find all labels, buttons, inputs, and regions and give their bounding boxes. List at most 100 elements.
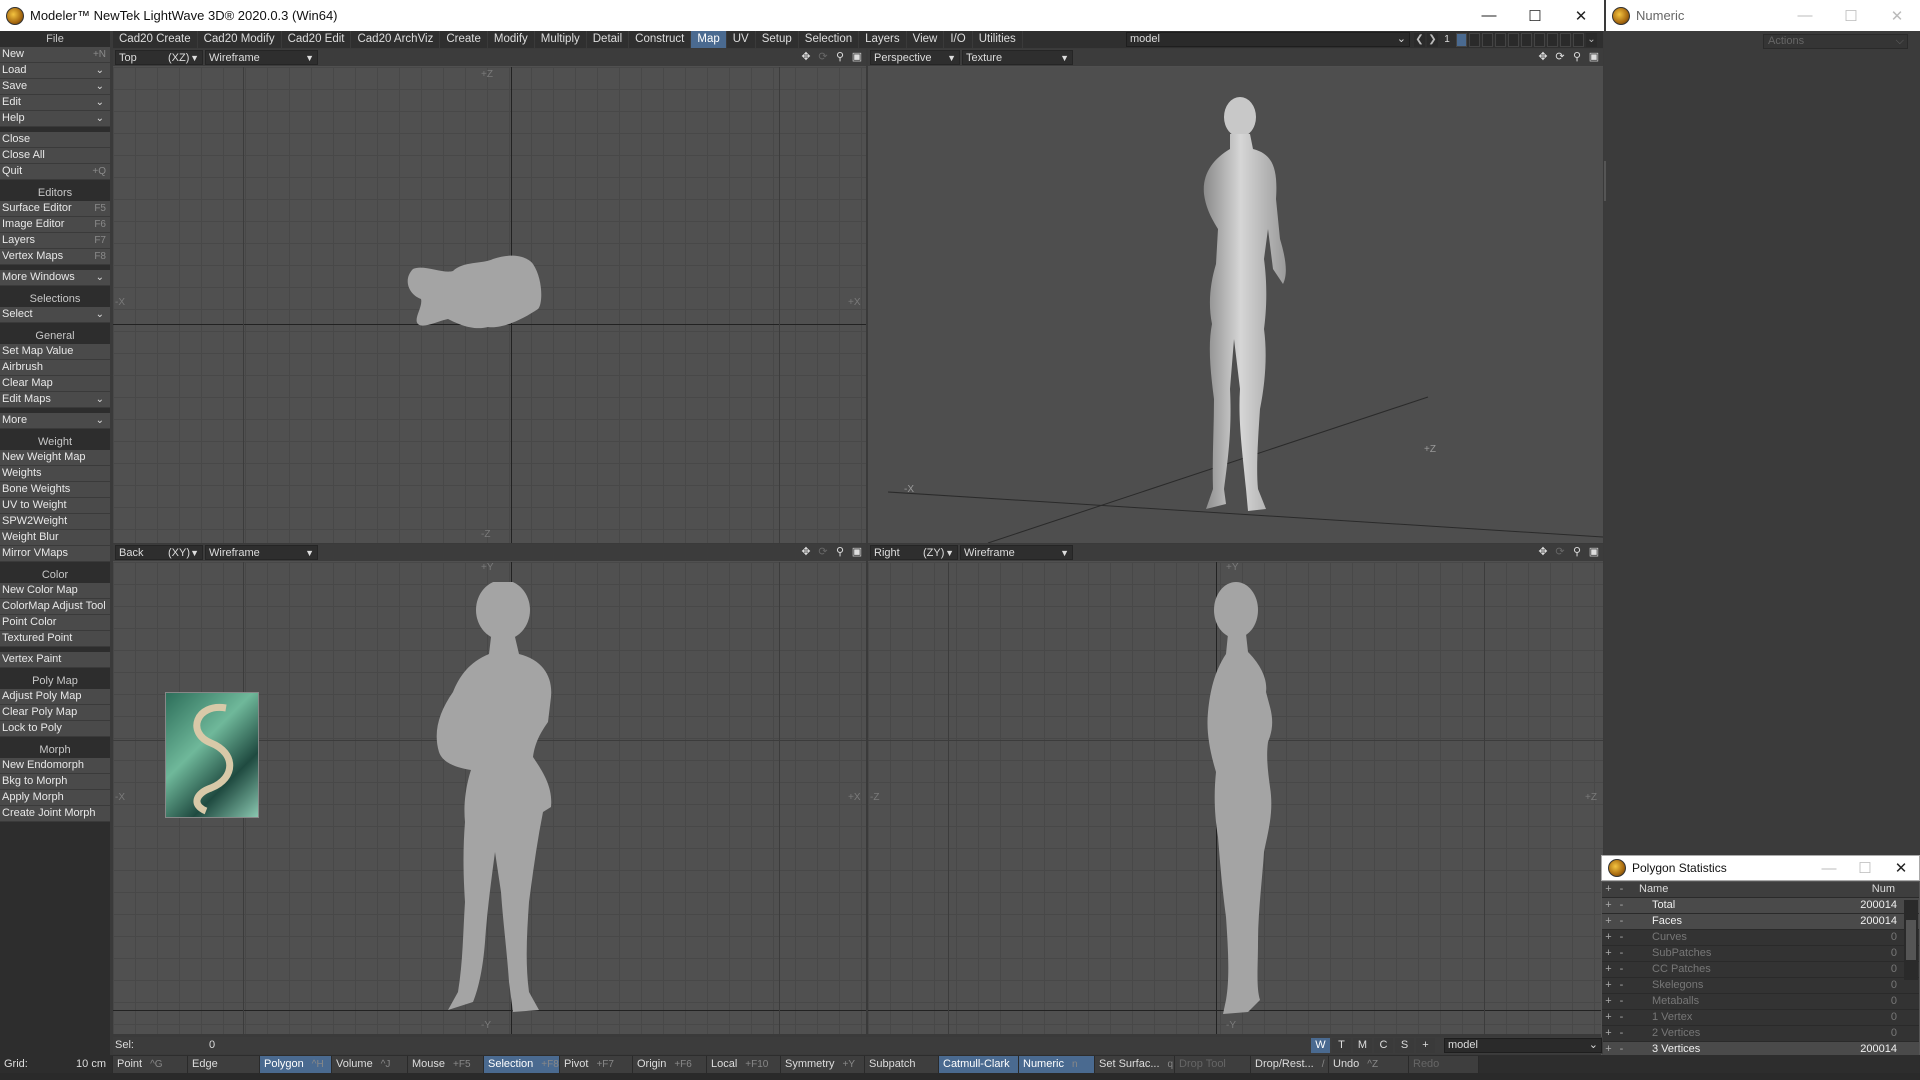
resize-handle[interactable] [1604, 161, 1606, 201]
tab-modify[interactable]: Modify [488, 31, 535, 48]
stats-row[interactable]: + - Metaballs 0 [1602, 994, 1919, 1010]
minus-icon[interactable]: - [1615, 930, 1628, 945]
layer-slot[interactable] [1547, 32, 1558, 47]
tab-layers[interactable]: Layers [859, 31, 907, 48]
maximize-button[interactable]: ☐ [1847, 856, 1883, 880]
mode-set-surfac-button[interactable]: Set Surfac... q [1095, 1055, 1175, 1073]
mode-edge-button[interactable]: Edge [188, 1055, 260, 1073]
plus-icon[interactable]: + [1602, 978, 1615, 993]
minus-icon[interactable]: - [1615, 898, 1628, 913]
layer-slot[interactable] [1456, 32, 1467, 47]
minus-icon[interactable]: - [1615, 962, 1628, 977]
tool-uv-to-weight-button[interactable]: UV to Weight [0, 498, 110, 514]
mode-pivot-button[interactable]: Pivot +F7 [560, 1055, 633, 1073]
tool-weights-button[interactable]: Weights [0, 466, 110, 482]
zoom-icon[interactable]: ⚲ [833, 545, 847, 559]
plus-icon[interactable]: + [1602, 994, 1615, 1009]
tool-clear-map-button[interactable]: Clear Map [0, 376, 110, 392]
close-button[interactable]: ✕ [1874, 0, 1920, 31]
move-view-icon[interactable]: ✥ [799, 50, 813, 64]
mode-numeric-button[interactable]: Numeric n [1019, 1055, 1095, 1073]
tool-lock-to-poly-button[interactable]: Lock to Poly [0, 721, 110, 737]
tab-cad20-archviz[interactable]: Cad20 ArchViz [351, 31, 441, 48]
actions-dropdown[interactable]: Actions ⌵ [1763, 34, 1908, 49]
close-button[interactable]: ✕ [1558, 0, 1604, 31]
tool-vertex-maps-button[interactable]: Vertex Maps F8 [0, 249, 110, 265]
plus-icon[interactable]: + [1602, 946, 1615, 961]
layer-toggle-plus[interactable]: + [1416, 1038, 1435, 1053]
close-button[interactable]: ✕ [1883, 856, 1919, 880]
plus-icon[interactable]: + [1602, 914, 1615, 929]
tab-setup[interactable]: Setup [756, 31, 799, 48]
tool-edit-button[interactable]: Edit ⌄ [0, 95, 110, 111]
tool-new-weight-map-button[interactable]: New Weight Map [0, 450, 110, 466]
maximize-viewport-icon[interactable]: ▣ [850, 545, 864, 559]
layer-toggle-c[interactable]: C [1374, 1038, 1393, 1053]
tool-colormap-adjust-tool-button[interactable]: ColorMap Adjust Tool [0, 599, 110, 615]
mode-catmull-clark-button[interactable]: Catmull-Clark [939, 1055, 1019, 1073]
mode-point-button[interactable]: Point ^G [113, 1055, 188, 1073]
layer-slot[interactable] [1560, 32, 1571, 47]
chevron-down-icon[interactable]: ⌄ [1586, 32, 1597, 47]
zoom-icon[interactable]: ⚲ [1570, 50, 1584, 64]
layer-slot[interactable] [1495, 32, 1506, 47]
rotate-view-icon[interactable]: ⟳ [816, 545, 830, 559]
zoom-icon[interactable]: ⚲ [833, 50, 847, 64]
layer-slot[interactable] [1521, 32, 1532, 47]
minus-icon[interactable]: - [1615, 994, 1628, 1009]
stats-scrollbar[interactable] [1904, 900, 1918, 980]
tool-bkg-to-morph-button[interactable]: Bkg to Morph [0, 774, 110, 790]
bottom-layer-select[interactable]: model ⌄ [1444, 1038, 1602, 1053]
more-dropdown[interactable]: More ⌄ [0, 413, 110, 429]
plus-icon[interactable]: + [1602, 930, 1615, 945]
mode-local-button[interactable]: Local +F10 [707, 1055, 781, 1073]
viewport-perspective[interactable]: Perspective ▼ Texture ▼ ✥ ⟳ ⚲ ▣ -X +Z [868, 49, 1603, 543]
tool-save-button[interactable]: Save ⌄ [0, 79, 110, 95]
tool-help-button[interactable]: Help ⌄ [0, 111, 110, 127]
tab-cad20-edit[interactable]: Cad20 Edit [282, 31, 352, 48]
stats-row[interactable]: + - Skelegons 0 [1602, 978, 1919, 994]
mode-mouse-button[interactable]: Mouse +F5 [408, 1055, 484, 1073]
layer-slot[interactable] [1469, 32, 1480, 47]
tool-weight-blur-button[interactable]: Weight Blur [0, 530, 110, 546]
stats-row[interactable]: + - Total 200014 [1602, 898, 1919, 914]
mode-drop-rest-button[interactable]: Drop/Rest... / [1251, 1055, 1329, 1073]
plus-icon[interactable]: + [1602, 1026, 1615, 1041]
layer-slot[interactable] [1573, 32, 1584, 47]
render-mode-select[interactable]: Wireframe ▼ [205, 545, 318, 560]
mode-redo-button[interactable]: Redo [1409, 1055, 1479, 1073]
layer-slot[interactable] [1482, 32, 1493, 47]
tab-view[interactable]: View [907, 31, 945, 48]
plus-icon[interactable]: + [1602, 1010, 1615, 1025]
view-type-select[interactable]: Back (XY) ▼ [115, 545, 203, 560]
render-mode-select[interactable]: Texture ▼ [962, 50, 1073, 65]
minus-icon[interactable]: - [1615, 1026, 1628, 1041]
maximize-viewport-icon[interactable]: ▣ [850, 50, 864, 64]
tool-new-button[interactable]: New +N [0, 47, 110, 63]
tool-set-map-value-button[interactable]: Set Map Value [0, 344, 110, 360]
tool-new-endomorph-button[interactable]: New Endomorph [0, 758, 110, 774]
stats-row[interactable]: + - CC Patches 0 [1602, 962, 1919, 978]
tool-spw2weight-button[interactable]: SPW2Weight [0, 514, 110, 530]
layer-slot[interactable] [1508, 32, 1519, 47]
select-dropdown[interactable]: Select ⌄ [0, 307, 110, 323]
mode-origin-button[interactable]: Origin +F6 [633, 1055, 707, 1073]
mode-undo-button[interactable]: Undo ^Z [1329, 1055, 1409, 1073]
stats-row[interactable]: + - Curves 0 [1602, 930, 1919, 946]
tool-apply-morph-button[interactable]: Apply Morph [0, 790, 110, 806]
tab-map[interactable]: Map [691, 31, 727, 48]
move-view-icon[interactable]: ✥ [1536, 545, 1550, 559]
mode-subpatch-button[interactable]: Subpatch [865, 1055, 939, 1073]
maximize-viewport-icon[interactable]: ▣ [1587, 545, 1601, 559]
tab-utilities[interactable]: Utilities [973, 31, 1023, 48]
render-mode-select[interactable]: Wireframe ▼ [205, 50, 318, 65]
tool-adjust-poly-map-button[interactable]: Adjust Poly Map [0, 689, 110, 705]
move-view-icon[interactable]: ✥ [1536, 50, 1550, 64]
minus-icon[interactable]: - [1615, 1010, 1628, 1025]
stats-row[interactable]: + - 2 Vertices 0 [1602, 1026, 1919, 1042]
viewport-back[interactable]: Back (XY) ▼ Wireframe ▼ ✥ ⟳ ⚲ ▣ +Y -Y -X +X [113, 544, 866, 1034]
zoom-icon[interactable]: ⚲ [1570, 545, 1584, 559]
tab-create[interactable]: Create [440, 31, 488, 48]
tab-cad20-create[interactable]: Cad20 Create [113, 31, 198, 48]
tool-point-color-button[interactable]: Point Color [0, 615, 110, 631]
